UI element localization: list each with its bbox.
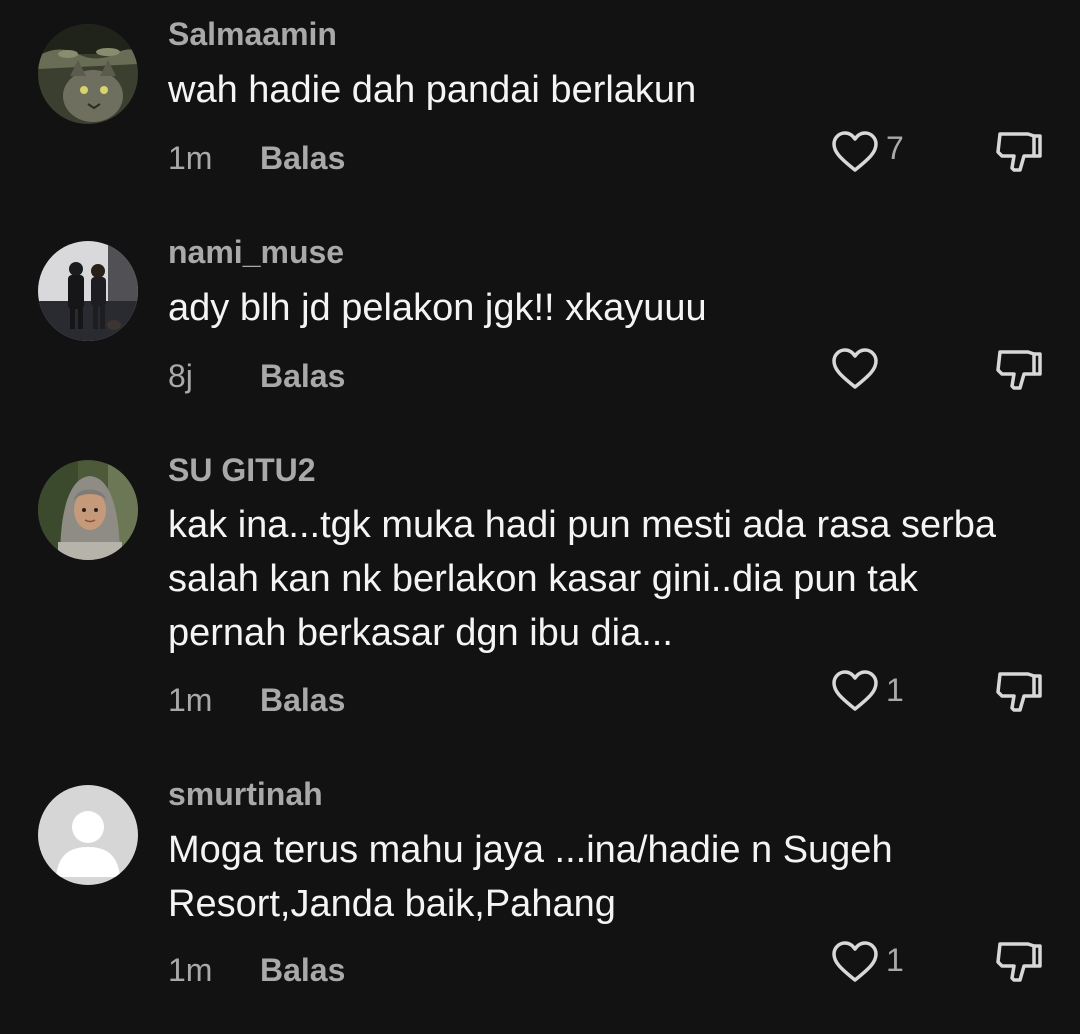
reply-button[interactable]: Balas <box>260 952 345 989</box>
like-count: 1 <box>886 672 904 708</box>
comment-text: Moga terus mahu jaya ...ina/hadie n Suge… <box>168 829 893 925</box>
comment-timestamp: 1m <box>168 140 213 176</box>
comment-username[interactable]: smurtinah <box>168 776 323 813</box>
heart-outline-icon[interactable] <box>830 669 880 713</box>
comment-text: kak ina...tgk muka hadi pun mesti ada ra… <box>168 504 997 654</box>
avatar[interactable] <box>38 785 138 885</box>
reply-button[interactable]: Balas <box>260 140 345 177</box>
default-user-icon <box>38 785 138 885</box>
couple-avatar-image <box>38 241 138 341</box>
thumbs-down-icon[interactable] <box>994 344 1044 394</box>
thumbs-down-icon[interactable] <box>994 936 1044 986</box>
reply-button[interactable]: Balas <box>260 682 345 719</box>
comment-timestamp: 1m <box>168 682 213 718</box>
cat-avatar-image <box>38 24 138 124</box>
comment-text: wah hadie dah pandai berlakun <box>168 69 697 111</box>
comment-username[interactable]: nami_muse <box>168 234 344 271</box>
avatar[interactable] <box>38 460 138 560</box>
thumbs-down-icon[interactable] <box>994 666 1044 716</box>
heart-outline-icon[interactable] <box>830 940 880 984</box>
comment-username[interactable]: Salmaamin <box>168 16 337 53</box>
like-count: 7 <box>886 130 904 166</box>
heart-outline-icon[interactable] <box>830 130 880 174</box>
comment-username[interactable]: SU GITU2 <box>168 452 316 489</box>
avatar[interactable] <box>38 241 138 341</box>
comment-timestamp: 8j <box>168 358 193 394</box>
like-count: 1 <box>886 942 904 978</box>
heart-outline-icon[interactable] <box>830 347 880 391</box>
reply-button[interactable]: Balas <box>260 358 345 395</box>
thumbs-down-icon[interactable] <box>994 126 1044 176</box>
hijab-woman-avatar-image <box>38 460 138 560</box>
comment-timestamp: 1m <box>168 952 213 988</box>
comment-text: ady blh jd pelakon jgk!! xkayuuu <box>168 287 707 329</box>
avatar[interactable] <box>38 24 138 124</box>
